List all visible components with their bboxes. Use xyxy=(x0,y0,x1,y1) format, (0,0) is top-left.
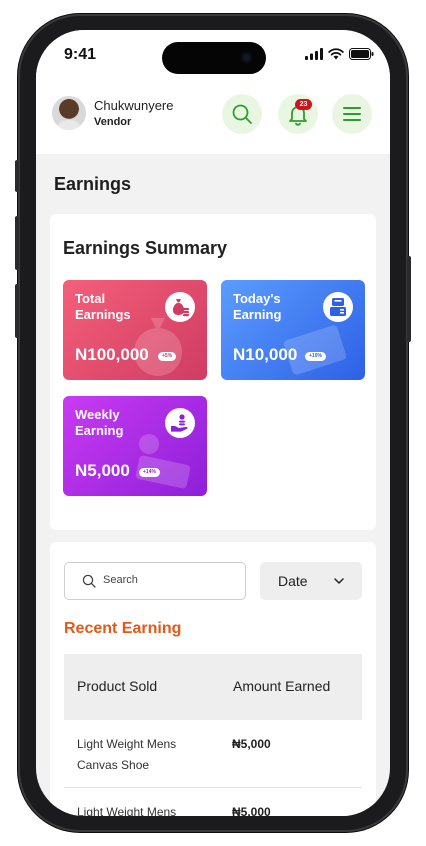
date-filter-label: Date xyxy=(278,573,308,589)
search-button[interactable] xyxy=(222,94,262,134)
product-name: Light Weight Mens xyxy=(77,805,177,816)
battery-icon xyxy=(349,48,374,60)
tile-change-badge: +5% xyxy=(158,352,177,361)
weekly-earning-tile[interactable]: Weekly Earning N5,000 +14% xyxy=(63,396,207,496)
volume-up-button xyxy=(15,216,19,270)
wifi-icon xyxy=(328,48,344,60)
amount-earned: ₦5,000 xyxy=(232,805,271,816)
dynamic-island xyxy=(162,42,266,74)
date-filter-dropdown[interactable]: Date xyxy=(260,562,362,600)
tile-label: Total Earnings xyxy=(75,291,131,322)
product-name: Light Weight Mens Canvas Shoe xyxy=(77,737,177,772)
app-screen: 9:41 Chukwunyere Vendor 23 Earnings Earn… xyxy=(36,30,390,816)
tile-label: Today's Earning xyxy=(233,291,282,322)
amount-earned: ₦5,000 xyxy=(232,737,271,751)
table-header: Product Sold Amount Earned xyxy=(64,654,362,720)
user-role: Vendor xyxy=(94,116,132,128)
page-title: Earnings xyxy=(54,174,132,194)
column-header-amount: Amount Earned xyxy=(233,678,331,694)
tile-amount: N5,000 xyxy=(75,461,130,480)
tile-change-badge: +14% xyxy=(139,468,160,477)
chevron-down-icon xyxy=(334,578,344,584)
volume-down-button xyxy=(15,284,19,338)
front-camera xyxy=(241,52,252,63)
row-divider xyxy=(64,787,362,788)
money-bag-icon xyxy=(165,292,195,322)
tile-label: Weekly Earning xyxy=(75,407,124,438)
tile-change-badge: +10% xyxy=(305,352,326,361)
user-name: Chukwunyere xyxy=(94,98,174,113)
recent-earning-title: Recent Earning xyxy=(64,620,182,637)
avatar[interactable] xyxy=(52,96,86,130)
recent-earnings-card: Search Date Recent Earning Product Sold … xyxy=(50,542,376,816)
summary-title: Earnings Summary xyxy=(63,238,228,258)
total-earnings-tile[interactable]: Total Earnings N100,000 +5% xyxy=(63,280,207,380)
status-time: 9:41 xyxy=(64,46,97,63)
search-icon xyxy=(82,574,96,588)
mute-switch xyxy=(15,160,19,192)
search-placeholder: Search xyxy=(103,574,138,586)
notifications-button[interactable]: 23 xyxy=(278,94,318,134)
search-field[interactable]: Search xyxy=(64,562,246,600)
todays-earning-tile[interactable]: Today's Earning N10,000 +10% xyxy=(221,280,365,380)
tile-amount: N10,000 xyxy=(233,345,298,364)
tile-amount: N100,000 xyxy=(75,345,149,364)
avatar-shirt xyxy=(56,120,82,130)
status-icons xyxy=(305,48,374,60)
column-header-product: Product Sold xyxy=(77,678,158,694)
cellular-signal-icon xyxy=(305,48,323,60)
search-icon xyxy=(232,104,252,124)
cash-register-icon xyxy=(323,292,353,322)
earnings-summary-card: Earnings Summary Total Earnings N100,000… xyxy=(50,214,376,530)
menu-button[interactable] xyxy=(332,94,372,134)
hamburger-menu-icon xyxy=(343,107,361,121)
power-button xyxy=(407,256,411,342)
notification-badge: 23 xyxy=(295,99,312,110)
hand-coins-icon xyxy=(165,408,195,438)
app-header: Chukwunyere Vendor 23 xyxy=(36,82,390,154)
